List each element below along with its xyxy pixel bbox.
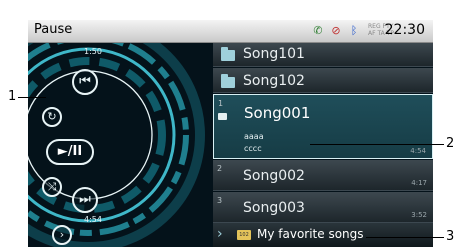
folder-item[interactable]: Song102 [213, 68, 433, 93]
head-unit-screen: Pause ✆ ⊘ ᛒ REG PTY AF TA TP 22:30 1:50 … [28, 20, 433, 247]
track-number: 1 [218, 99, 224, 108]
callout-1: 1 [8, 89, 17, 104]
phone-icon: ✆ [313, 24, 323, 37]
track-album: cccc [244, 144, 262, 153]
status-bar: Pause ✆ ⊘ ᛒ REG PTY AF TA TP 22:30 [28, 20, 433, 43]
track-duration: 3:52 [411, 211, 427, 219]
callout-line-1 [18, 97, 46, 98]
track-duration: 4:17 [411, 179, 427, 187]
folder-icon [221, 47, 235, 61]
previous-track-button[interactable]: ⏮ [72, 69, 98, 95]
mute-icon: ⊘ [331, 24, 341, 37]
track-number: 2 [217, 164, 223, 173]
playing-icon [218, 113, 227, 120]
total-time: 4:54 [84, 215, 102, 224]
playlist-bar[interactable]: › 102 My favorite songs [213, 223, 433, 247]
callout-2: 2 [446, 136, 455, 151]
track-item-selected[interactable]: 1 Song001 aaaa cccc 4:54 [213, 94, 433, 159]
playlist-label: My favorite songs [257, 227, 364, 241]
folder-item[interactable]: Song101 [213, 43, 433, 67]
track-artist: aaaa [244, 132, 264, 141]
track-duration: 4:54 [410, 147, 426, 155]
play-pause-button[interactable]: ►/II [46, 139, 94, 165]
playlist-folder-icon: 102 [237, 230, 251, 240]
track-title: Song003 [243, 200, 305, 216]
shuffle-icon[interactable]: ⤨ [42, 177, 62, 197]
chevron-right-icon[interactable]: › [52, 225, 72, 245]
callout-3: 3 [446, 229, 455, 244]
folder-icon [221, 74, 235, 88]
callout-line-2 [310, 144, 444, 145]
bluetooth-icon: ᛒ [350, 24, 358, 37]
playback-status: Pause [34, 22, 73, 37]
folder-label: Song102 [243, 73, 305, 89]
elapsed-time: 1:50 [84, 47, 102, 56]
chevron-right-icon: › [217, 226, 223, 242]
clock: 22:30 [384, 22, 425, 38]
track-title: Song002 [243, 168, 305, 184]
track-item[interactable]: 3 Song003 3:52 [213, 192, 433, 223]
playback-controls: 1:50 ⏮ ↻ ►/II ⤨ ⏭ 4:54 › [28, 43, 213, 247]
next-track-button[interactable]: ⏭ [72, 187, 98, 213]
folder-label: Song101 [243, 46, 305, 62]
track-title: Song001 [244, 104, 311, 122]
callout-line-3 [366, 237, 444, 238]
repeat-icon[interactable]: ↻ [42, 107, 62, 127]
track-item[interactable]: 2 Song002 4:17 [213, 160, 433, 191]
song-list: Song101 Song102 1 Song001 aaaa cccc 4:54… [213, 43, 433, 247]
track-number: 3 [217, 196, 223, 205]
